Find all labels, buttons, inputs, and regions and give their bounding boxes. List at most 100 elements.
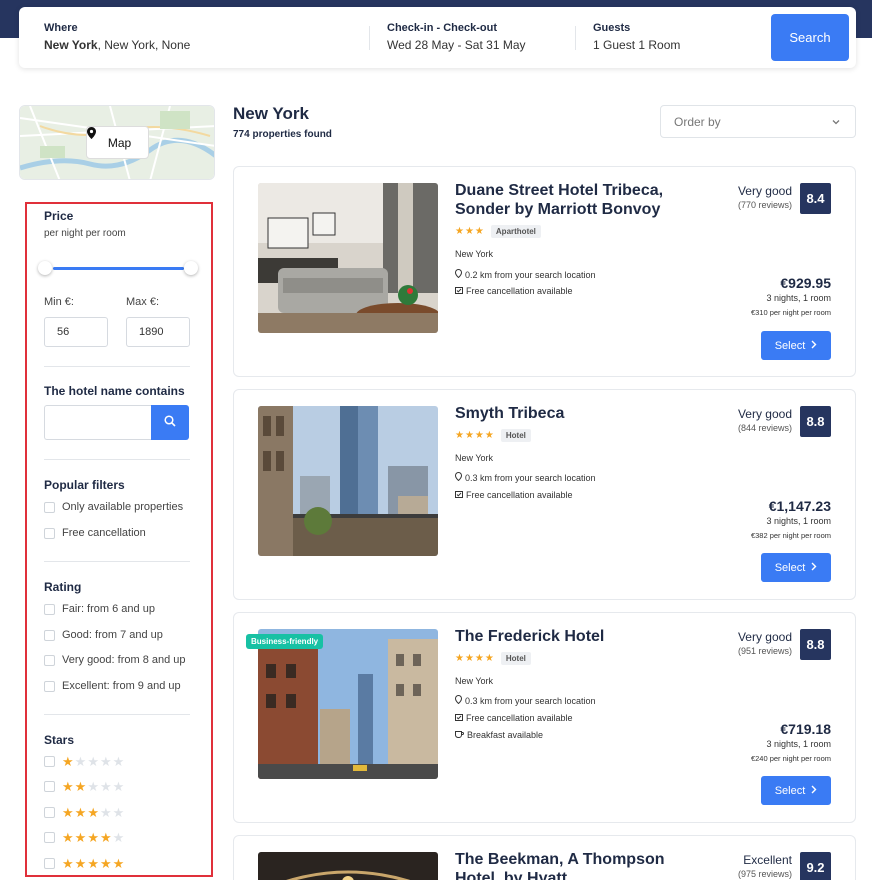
slider-track bbox=[53, 267, 184, 270]
hotel-name[interactable]: The Frederick Hotel bbox=[455, 627, 695, 646]
distance-text: 0.3 km from your search location bbox=[465, 472, 596, 483]
slider-max-handle[interactable] bbox=[184, 261, 198, 275]
dates-field[interactable]: Check-in - Check-out Wed 28 May - Sat 31… bbox=[387, 22, 526, 52]
where-value: New York, New York, None bbox=[44, 38, 190, 52]
map-button[interactable]: Map bbox=[86, 126, 149, 159]
hotel-card[interactable]: Business-friendly The Frederick Hotel ★★… bbox=[233, 612, 856, 823]
star-filter-4[interactable]: ★ ★ ★ ★ ★ bbox=[44, 831, 124, 844]
star-filter-2[interactable]: ★ ★ ★ ★ ★ bbox=[44, 780, 124, 793]
star-rating-icons: ★ ★ ★ ★ ★ bbox=[62, 831, 124, 844]
checkbox[interactable] bbox=[44, 781, 55, 792]
star-icon: ★ bbox=[87, 779, 99, 794]
hotel-card[interactable]: Duane Street Hotel Tribeca, Sonder by Ma… bbox=[233, 166, 856, 377]
dates-value: Wed 28 May - Sat 31 May bbox=[387, 38, 526, 52]
review-label: Very good bbox=[737, 630, 792, 644]
rating-good[interactable]: Good: from 7 and up bbox=[44, 629, 163, 641]
min-price-input[interactable] bbox=[44, 317, 108, 347]
hotel-photo[interactable] bbox=[258, 629, 438, 779]
review-count: (951 reviews) bbox=[737, 646, 792, 656]
chevron-right-icon bbox=[811, 340, 817, 352]
checkbox[interactable] bbox=[44, 858, 55, 869]
nights-info: 3 nights, 1 room bbox=[766, 739, 831, 749]
checkbox[interactable] bbox=[44, 527, 55, 539]
star-filter-3[interactable]: ★ ★ ★ ★ ★ bbox=[44, 806, 124, 819]
business-friendly-badge: Business-friendly bbox=[246, 634, 324, 649]
star-icon: ★ bbox=[62, 805, 74, 820]
review-count: (844 reviews) bbox=[737, 423, 792, 433]
star-icon: ★ bbox=[74, 754, 87, 769]
slider-min-handle[interactable] bbox=[38, 261, 52, 275]
per-night-price: €310 per night per room bbox=[750, 308, 831, 317]
review-score-badge: 9.2 bbox=[800, 852, 831, 880]
hotel-name-input[interactable] bbox=[44, 405, 152, 440]
select-button[interactable]: Select bbox=[761, 776, 831, 805]
hotel-city: New York bbox=[455, 676, 494, 686]
search-button[interactable]: Search bbox=[771, 14, 849, 61]
star-rating-icons: ★ ★ ★ ★ ★ bbox=[62, 857, 124, 870]
star-filter-1[interactable]: ★ ★ ★ ★ ★ bbox=[44, 755, 124, 768]
star-icon: ★ bbox=[99, 830, 112, 845]
star-icon: ★★★★ bbox=[455, 653, 495, 664]
guests-field[interactable]: Guests 1 Guest 1 Room bbox=[593, 22, 680, 52]
rating-very-good[interactable]: Very good: from 8 and up bbox=[44, 654, 186, 666]
checkbox[interactable] bbox=[44, 629, 55, 641]
order-by-label: Order by bbox=[674, 114, 721, 129]
dates-label: Check-in - Check-out bbox=[387, 22, 498, 34]
divider bbox=[44, 561, 190, 562]
where-field[interactable]: Where New York, New York, None bbox=[44, 22, 190, 52]
guests-label: Guests bbox=[593, 22, 631, 34]
star-icon: ★ bbox=[99, 856, 112, 871]
nights-info: 3 nights, 1 room bbox=[766, 516, 831, 526]
hotel-stars-row: ★★★★ Hotel bbox=[455, 429, 531, 442]
hotel-name-search-button[interactable] bbox=[151, 405, 189, 440]
search-icon bbox=[164, 414, 176, 432]
checkbox[interactable] bbox=[44, 501, 55, 513]
order-by-select[interactable]: Order by bbox=[660, 105, 856, 138]
star-filter-5[interactable]: ★ ★ ★ ★ ★ bbox=[44, 857, 124, 870]
star-icon: ★ bbox=[62, 754, 74, 769]
star-icon: ★ bbox=[74, 805, 87, 820]
max-price-input[interactable] bbox=[126, 317, 190, 347]
select-button[interactable]: Select bbox=[761, 553, 831, 582]
total-price: €929.95 bbox=[780, 275, 831, 291]
checkbox[interactable] bbox=[44, 807, 55, 818]
rating-fair[interactable]: Fair: from 6 and up bbox=[44, 603, 155, 615]
star-icon: ★ bbox=[112, 754, 125, 769]
hotel-name[interactable]: Duane Street Hotel Tribeca, Sonder by Ma… bbox=[455, 181, 695, 219]
hotel-card[interactable]: The Beekman, A Thompson Hotel, by Hyatt … bbox=[233, 835, 856, 880]
hotel-photo[interactable] bbox=[258, 852, 438, 880]
star-icon: ★ bbox=[99, 754, 112, 769]
total-price: €719.18 bbox=[780, 721, 831, 737]
checkbox[interactable] bbox=[44, 680, 55, 692]
hotel-name-title: The hotel name contains bbox=[44, 384, 185, 398]
checkbox[interactable] bbox=[44, 654, 55, 666]
chevron-right-icon bbox=[811, 562, 817, 574]
select-button[interactable]: Select bbox=[761, 331, 831, 360]
filter-available-properties[interactable]: Only available properties bbox=[44, 501, 183, 513]
hotel-photo[interactable] bbox=[258, 183, 438, 333]
review-score-badge: 8.8 bbox=[800, 406, 831, 437]
where-city: New York bbox=[44, 38, 98, 52]
star-icon: ★★★ bbox=[455, 226, 485, 237]
map-preview[interactable]: Map bbox=[19, 105, 215, 180]
max-price-label: Max €: bbox=[126, 296, 160, 308]
property-type-badge: Hotel bbox=[500, 429, 531, 442]
select-label: Select bbox=[774, 561, 806, 574]
rating-title: Rating bbox=[44, 580, 82, 594]
checkbox[interactable] bbox=[44, 832, 55, 843]
select-label: Select bbox=[774, 784, 806, 797]
checkbox[interactable] bbox=[44, 756, 55, 767]
review-count: (770 reviews) bbox=[737, 200, 792, 210]
cancellation-text: Free cancellation available bbox=[466, 286, 573, 296]
star-icon: ★ bbox=[87, 805, 99, 820]
filter-free-cancellation[interactable]: Free cancellation bbox=[44, 527, 146, 539]
hotel-name[interactable]: Smyth Tribeca bbox=[455, 404, 695, 423]
checkbox[interactable] bbox=[44, 603, 55, 615]
cancellation-text: Free cancellation available bbox=[466, 713, 573, 723]
hotel-name[interactable]: The Beekman, A Thompson Hotel, by Hyatt bbox=[455, 850, 695, 880]
rating-excellent[interactable]: Excellent: from 9 and up bbox=[44, 680, 181, 692]
star-icon: ★ bbox=[62, 856, 74, 871]
hotel-card[interactable]: Smyth Tribeca ★★★★ Hotel New York 0.3 km… bbox=[233, 389, 856, 600]
hotel-photo[interactable] bbox=[258, 406, 438, 556]
properties-found-count: 774 properties found bbox=[233, 129, 332, 140]
